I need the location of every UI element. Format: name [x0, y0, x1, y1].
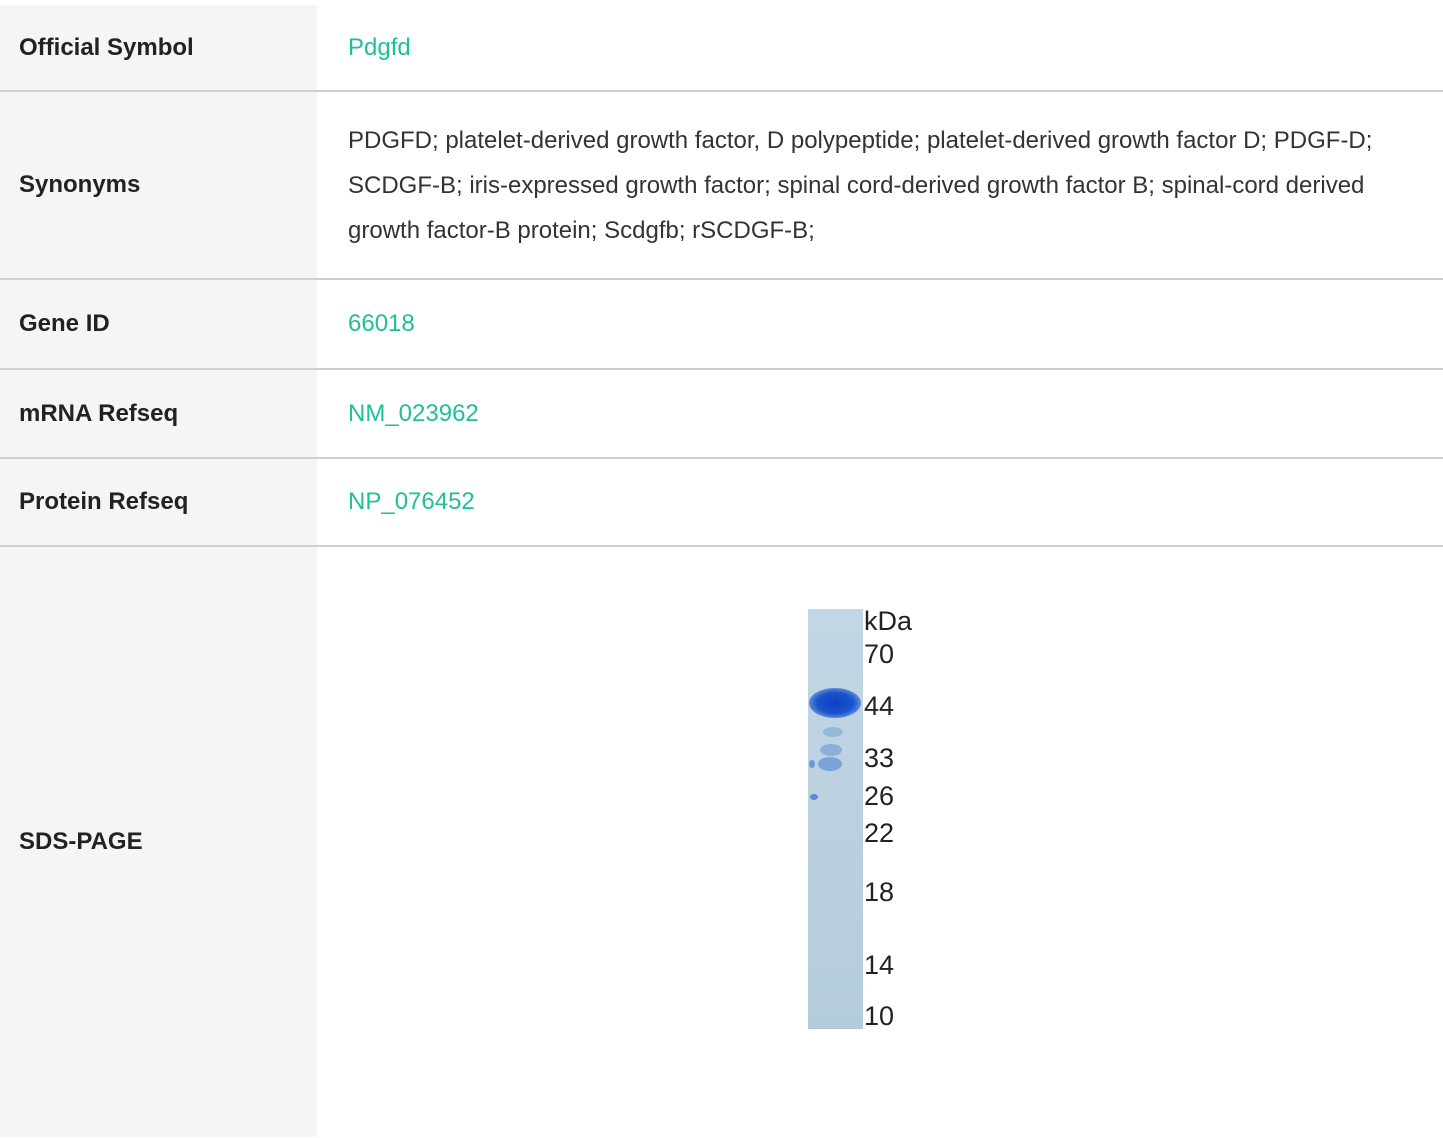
gel-svg: kDa 70 44 33 26 22 18 14 10	[808, 606, 913, 1031]
row-synonyms: Synonyms PDGFD; platelet-derived growth …	[0, 92, 1443, 280]
row-sds-page: SDS-PAGE kDa 70 44 33 26 22 18 14 10	[0, 547, 1443, 1137]
row-gene-id: Gene ID 66018	[0, 280, 1443, 370]
gel-marker-26: 26	[864, 781, 894, 811]
sds-page-gel-image: kDa 70 44 33 26 22 18 14 10	[783, 572, 977, 1068]
gel-minor-band-2	[820, 744, 842, 756]
gel-marker-18: 18	[864, 877, 894, 907]
mrna-refseq-link[interactable]: NM_023962	[348, 400, 479, 428]
gel-marker-22: 22	[864, 818, 894, 848]
gel-marker-14: 14	[864, 950, 894, 980]
gel-minor-band-5	[810, 794, 818, 800]
label-gene-id: Gene ID	[0, 280, 317, 368]
value-official-symbol: Pdgfd	[317, 5, 1443, 90]
synonyms-text: PDGFD; platelet-derived growth factor, D…	[348, 126, 1373, 244]
label-synonyms: Synonyms	[0, 92, 317, 278]
official-symbol-link[interactable]: Pdgfd	[348, 34, 411, 62]
gel-marker-labels: 70 44 33 26 22 18 14 10	[864, 639, 894, 1031]
gel-marker-10: 10	[864, 1001, 894, 1031]
gel-marker-70: 70	[864, 639, 894, 669]
value-sds-page: kDa 70 44 33 26 22 18 14 10	[317, 547, 1443, 1137]
row-mrna-refseq: mRNA Refseq NM_023962	[0, 370, 1443, 459]
label-sds-page: SDS-PAGE	[0, 547, 317, 1137]
label-official-symbol: Official Symbol	[0, 5, 317, 90]
value-synonyms: PDGFD; platelet-derived growth factor, D…	[317, 92, 1443, 278]
value-gene-id: 66018	[317, 280, 1443, 368]
gel-main-band	[809, 688, 861, 718]
gel-marker-33: 33	[864, 743, 894, 773]
row-official-symbol: Official Symbol Pdgfd	[0, 5, 1443, 92]
gel-marker-44: 44	[864, 691, 894, 721]
protein-refseq-link[interactable]: NP_076452	[348, 488, 475, 516]
gel-unit-label: kDa	[864, 606, 913, 636]
label-protein-refseq: Protein Refseq	[0, 459, 317, 545]
row-protein-refseq: Protein Refseq NP_076452	[0, 459, 1443, 547]
gene-id-link[interactable]: 66018	[348, 310, 415, 338]
product-info-table: Official Symbol Pdgfd Synonyms PDGFD; pl…	[0, 5, 1443, 1137]
value-mrna-refseq: NM_023962	[317, 370, 1443, 457]
gel-minor-band-3	[818, 757, 842, 771]
label-mrna-refseq: mRNA Refseq	[0, 370, 317, 457]
value-protein-refseq: NP_076452	[317, 459, 1443, 545]
gel-area: kDa 70 44 33 26 22 18 14 10	[317, 547, 1443, 1137]
gel-minor-band-1	[823, 727, 843, 737]
gel-minor-band-4	[809, 760, 815, 768]
gel-lane	[808, 609, 863, 1029]
